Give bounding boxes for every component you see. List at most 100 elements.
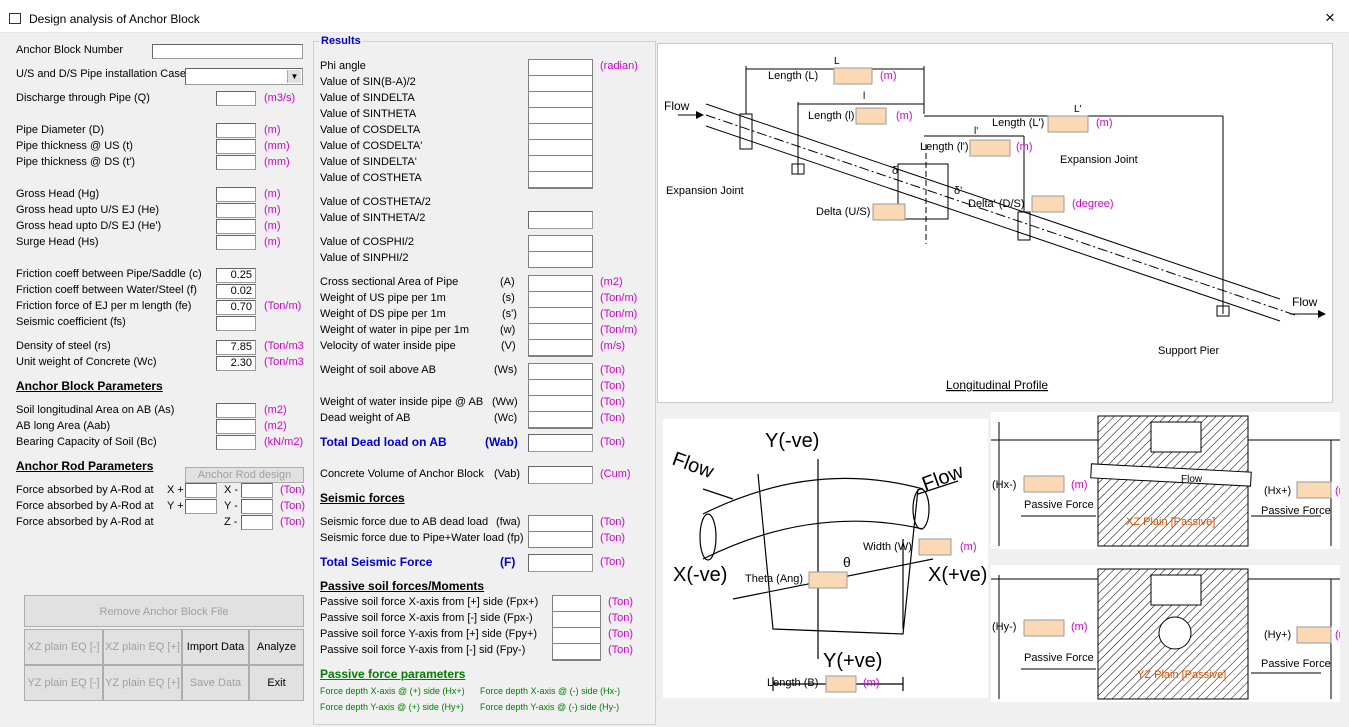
pipe-case-select[interactable]: ▼ [185, 68, 303, 85]
label-sindelta-p: Value of SINDELTA' [320, 156, 417, 168]
anchor-rod-design-button[interactable]: Anchor Rod design [185, 467, 304, 483]
longitudinal-profile-caption: Longitudinal Profile [946, 378, 1048, 392]
p2-unit: (Ton) [608, 612, 634, 624]
hy-minus-label: (Hy-) [992, 621, 1016, 633]
xz-plain-eq-minus-button[interactable]: XZ plain EQ [-] [24, 629, 103, 665]
label-vel: Velocity of water inside pipe [320, 340, 456, 352]
label-sinphi2: Value of SINPHI/2 [320, 252, 409, 264]
window-icon [9, 13, 21, 24]
yz-plain-eq-minus-button[interactable]: YZ plain EQ [-] [24, 665, 103, 701]
section-flow-label-1: Flow [669, 448, 717, 483]
delta-us-label: Delta (U/S) [816, 206, 870, 218]
label-total-dead-load: Total Dead load on AB [320, 435, 447, 449]
exit-button[interactable]: Exit [249, 665, 304, 701]
length-Lp-input[interactable] [1047, 115, 1089, 133]
length-B-label: Length (B) [767, 677, 818, 689]
label-z-minus: Z - [224, 516, 238, 528]
cross-section-diagram: Y(-ve) Y(+ve) X(-ve) X(+ve) Flow Flow Wi… [669, 430, 987, 693]
section-diagram-panel: Y(-ve) Y(+ve) X(-ve) X(+ve) Flow Flow Wi… [663, 419, 988, 698]
tsf-unit: (Ton) [600, 556, 626, 568]
label-wab: Weight of water inside pipe @ AB [320, 396, 484, 408]
fric-ej-input[interactable]: 0.70 [216, 300, 256, 315]
thk-us-input[interactable] [216, 139, 256, 154]
label-cosphi2: Value of COSPHI/2 [320, 236, 414, 248]
label-soil: Weight of soil above AB [320, 364, 436, 376]
length-L-input[interactable] [833, 67, 873, 85]
length-l-unit: (m) [896, 110, 913, 122]
density-input[interactable]: 7.85 [216, 340, 256, 355]
gross-us-input[interactable] [216, 203, 256, 218]
pipe-diameter-input[interactable] [216, 123, 256, 138]
discharge-input[interactable] [216, 91, 256, 106]
chevron-down-icon[interactable]: ▼ [287, 70, 301, 83]
fric-pipe-input[interactable]: 0.25 [216, 268, 256, 283]
remove-anchor-block-button[interactable]: Remove Anchor Block File [24, 595, 304, 627]
rod-x-minus-input[interactable] [241, 483, 273, 498]
label-unit-wt: Unit weight of Concrete (Wc) [16, 356, 157, 368]
yz-passive-force-left: Passive Force [1024, 652, 1094, 664]
hx-plus-input[interactable] [1296, 481, 1332, 499]
fric-water-input[interactable]: 0.02 [216, 284, 256, 299]
gross-ds-unit: (m) [264, 220, 281, 232]
label-p3: Passive soil force Y-axis from [+] side … [320, 628, 538, 640]
soil-area-input[interactable] [216, 403, 256, 418]
label-surge: Surge Head (Hs) [16, 236, 99, 248]
label-y-plus: Y + [167, 500, 184, 512]
anchor-block-number-input[interactable] [152, 44, 303, 59]
length-B-input[interactable] [825, 675, 857, 693]
hy-minus-input[interactable] [1023, 619, 1065, 637]
surge-input[interactable] [216, 235, 256, 250]
bearing-input[interactable] [216, 435, 256, 450]
delta-ds-input[interactable] [1031, 195, 1065, 213]
xz-plain-eq-plus-button[interactable]: XZ plain EQ [+] [103, 629, 182, 665]
seismic-input[interactable] [216, 316, 256, 331]
analyze-button[interactable]: Analyze [249, 629, 304, 665]
rod-x-plus-input[interactable] [185, 483, 217, 498]
length-lp-input[interactable] [969, 139, 1011, 157]
rod-y-plus-input[interactable] [185, 499, 217, 514]
cv-unit: (Cum) [600, 468, 631, 480]
p1-unit: (Ton) [608, 596, 634, 608]
label-wus: Weight of US pipe per 1m [320, 292, 446, 304]
label-sin-b-a: Value of SIN(B-A)/2 [320, 76, 416, 88]
unit-wt-input[interactable]: 2.30 [216, 356, 256, 371]
wab-unit: (Ton) [600, 396, 626, 408]
hx-minus-input[interactable] [1023, 475, 1065, 493]
thk-ds-input[interactable] [216, 155, 256, 170]
expansion-joint-label-1: Expansion Joint [666, 185, 744, 197]
degree-unit: (degree) [1072, 198, 1114, 210]
hy-plus-input[interactable] [1296, 626, 1332, 644]
rod-y-minus-input[interactable] [241, 499, 273, 514]
delta-ds-label: Delta' (D/S) [968, 198, 1025, 210]
unit-wt-unit: (Ton/m3 [264, 356, 304, 368]
ab-area-input[interactable] [216, 419, 256, 434]
label-phi: Phi angle [320, 60, 366, 72]
total-seismic-value [528, 554, 593, 572]
support-pier-label: Support Pier [1158, 345, 1219, 357]
gross-head-input[interactable] [216, 187, 256, 202]
length-l-input[interactable] [855, 107, 887, 125]
wab-symbol: (Ww) [492, 396, 518, 408]
label-wds: Weight of DS pipe per 1m [320, 308, 446, 320]
import-data-button[interactable]: Import Data [182, 629, 249, 665]
hy-plus-unit: (m) [1335, 629, 1340, 641]
length-L-unit: (m) [880, 70, 897, 82]
results-values-column-1 [528, 59, 593, 189]
yz-plain-eq-plus-button[interactable]: YZ plain EQ [+] [103, 665, 182, 701]
dead-symbol: (Wc) [494, 412, 518, 424]
label-dead: Dead weight of AB [320, 412, 411, 424]
rod-z-minus-input[interactable] [241, 515, 273, 530]
gross-ds-input[interactable] [216, 219, 256, 234]
xz-plain-diagram: (Hx-) (m) (Hx+) (m) Passive Force Passiv… [991, 415, 1349, 547]
delta-us-input[interactable] [872, 203, 906, 221]
y-neg-label: Y(-ve) [765, 430, 819, 452]
width-W-input[interactable] [918, 538, 952, 556]
length-Lp-unit: (m) [1096, 117, 1113, 129]
area-symbol: (A) [500, 276, 515, 288]
close-button[interactable]: × [1325, 8, 1335, 28]
label-anchor-block-number: Anchor Block Number [16, 44, 123, 56]
expansion-joint-label-2: Expansion Joint [1060, 154, 1138, 166]
theta-input[interactable] [808, 571, 848, 589]
save-data-button[interactable]: Save Data [182, 665, 249, 701]
seismic-values [528, 515, 593, 548]
